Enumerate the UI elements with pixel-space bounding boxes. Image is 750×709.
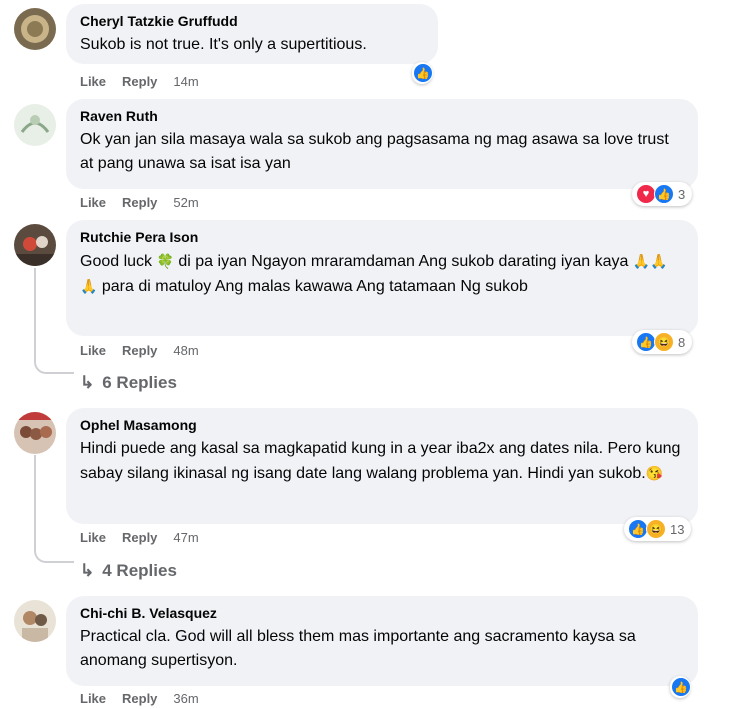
comment-actions: Like Reply 48m xyxy=(80,343,199,358)
replies-count: 4 Replies xyxy=(102,561,177,580)
comment-actions: Like Reply 36m xyxy=(80,691,199,706)
like-icon: 👍 xyxy=(413,63,433,83)
text-part: para di matuloy Ang malas kawawa Ang tat… xyxy=(97,278,528,295)
like-button[interactable]: Like xyxy=(80,530,106,545)
comment-bubble: Cheryl Tatzkie Gruffudd Sukob is not tru… xyxy=(66,4,438,64)
reactions-summary[interactable]: 👍 xyxy=(412,62,433,84)
reply-button[interactable]: Reply xyxy=(122,530,157,545)
comment-bubble: Chi-chi B. Velasquez Practical cla. God … xyxy=(66,596,698,686)
comment-bubble: Ophel Masamong Hindi puede ang kasal sa … xyxy=(66,408,698,524)
timestamp[interactable]: 48m xyxy=(173,343,198,358)
four-leaf-clover-emoji: 🍀 xyxy=(156,253,174,269)
comment-text: Sukob is not true. It's only a supertiti… xyxy=(80,36,367,53)
like-icon: 👍 xyxy=(671,677,691,697)
timestamp[interactable]: 14m xyxy=(173,74,198,89)
reactions-summary[interactable]: ♥ 👍 3 xyxy=(632,182,693,206)
timestamp[interactable]: 47m xyxy=(173,530,198,545)
avatar[interactable] xyxy=(14,600,56,642)
comment-text: Practical cla. God will all bless them m… xyxy=(80,628,636,669)
kissing-face-emoji: 😘 xyxy=(645,465,664,481)
replies-count: 6 Replies xyxy=(102,373,177,392)
comment-actions: Like Reply 47m xyxy=(80,530,199,545)
reaction-count: 8 xyxy=(678,334,686,350)
comment-author[interactable]: Cheryl Tatzkie Gruffudd xyxy=(80,12,424,30)
timestamp[interactable]: 52m xyxy=(173,195,198,210)
haha-icon: 😆 xyxy=(646,519,666,539)
reply-button[interactable]: Reply xyxy=(122,691,157,706)
view-replies-button[interactable]: ↳ 6 Replies xyxy=(80,373,177,393)
like-button[interactable]: Like xyxy=(80,195,106,210)
like-icon: 👍 xyxy=(636,332,656,352)
like-icon: 👍 xyxy=(654,184,674,204)
like-icon: 👍 xyxy=(628,519,648,539)
comment-actions: Like Reply 52m xyxy=(80,195,199,210)
like-button[interactable]: Like xyxy=(80,691,106,706)
reactions-summary[interactable]: 👍 xyxy=(670,676,691,698)
reply-arrow-icon: ↳ xyxy=(80,561,95,580)
love-icon: ♥ xyxy=(636,184,656,204)
comment-actions: Like Reply 14m xyxy=(80,74,199,89)
view-replies-button[interactable]: ↳ 4 Replies xyxy=(80,561,177,581)
text-part: Hindi puede ang kasal sa magkapatid kung… xyxy=(80,440,681,482)
reply-button[interactable]: Reply xyxy=(122,74,157,89)
text-part: Good luck xyxy=(80,253,157,270)
haha-icon: 😆 xyxy=(654,332,674,352)
comment-bubble: Rutchie Pera Ison Good luck 🍀 di pa iyan… xyxy=(66,220,698,336)
avatar[interactable] xyxy=(14,8,56,50)
comment-author[interactable]: Ophel Masamong xyxy=(80,416,684,434)
comment-text: Good luck 🍀 di pa iyan Ngayon mraramdama… xyxy=(80,249,684,299)
reactions-summary[interactable]: 👍 😆 8 xyxy=(632,330,693,354)
reply-button[interactable]: Reply xyxy=(122,343,157,358)
timestamp[interactable]: 36m xyxy=(173,691,198,706)
like-button[interactable]: Like xyxy=(80,343,106,358)
comment-bubble: Raven Ruth Ok yan jan sila masaya wala s… xyxy=(66,99,698,189)
reaction-count: 3 xyxy=(678,186,686,202)
comment-author[interactable]: Raven Ruth xyxy=(80,107,684,125)
avatar[interactable] xyxy=(14,224,56,266)
avatar[interactable] xyxy=(14,104,56,146)
reactions-summary[interactable]: 👍 😆 13 xyxy=(624,517,692,541)
comment-author[interactable]: Rutchie Pera Ison xyxy=(80,228,684,246)
like-button[interactable]: Like xyxy=(80,74,106,89)
text-part: di pa iyan Ngayon mraramdaman Ang sukob … xyxy=(173,253,633,270)
reply-arrow-icon: ↳ xyxy=(80,373,95,392)
reply-button[interactable]: Reply xyxy=(122,195,157,210)
comment-author[interactable]: Chi-chi B. Velasquez xyxy=(80,604,684,622)
comment-text: Ok yan jan sila masaya wala sa sukob ang… xyxy=(80,131,669,172)
comment-text: Hindi puede ang kasal sa magkapatid kung… xyxy=(80,437,684,486)
reaction-count: 13 xyxy=(670,521,685,537)
avatar[interactable] xyxy=(14,412,56,454)
